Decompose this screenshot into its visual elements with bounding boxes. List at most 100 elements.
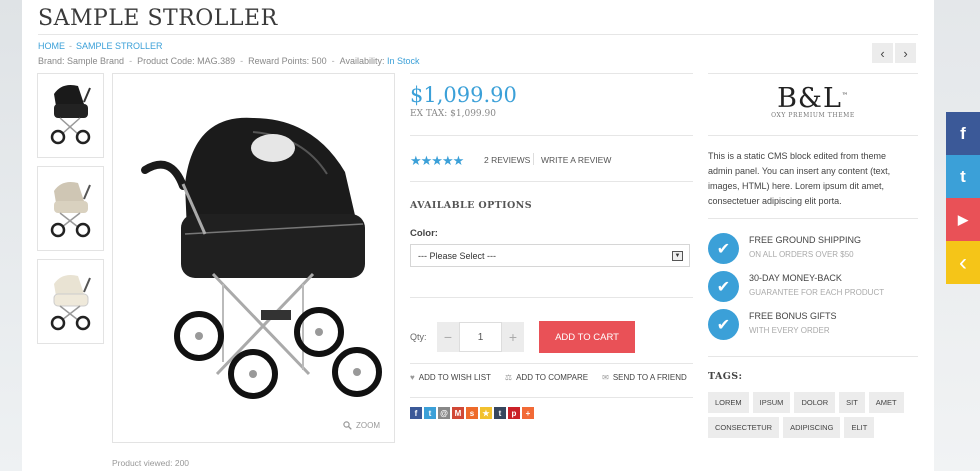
divider [708,73,918,74]
meta-separator: - [240,56,244,66]
zoom-label: ZOOM [356,421,380,430]
stroller-beige-image [50,182,91,238]
product-code-text: Product Code: MAG.389 [137,56,236,66]
add-to-compare-link[interactable]: ⚖ ADD TO COMPARE [505,373,588,382]
tag-link[interactable]: DOLOR [794,392,836,413]
title-divider [38,34,918,35]
next-product-button[interactable]: › [895,43,916,63]
tag-list: LOREM IPSUM DOLOR SIT AMET CONSECTETUR A… [708,392,918,438]
divider [708,218,918,219]
tag-link[interactable]: ADIPISCING [783,417,841,438]
breadcrumb-current-link[interactable]: SAMPLE STROLLER [76,41,163,51]
feature-gifts: ✔ FREE BONUS GIFTS WITH EVERY ORDER [708,309,837,340]
tag-link[interactable]: IPSUM [752,392,791,413]
feature-shipping: ✔ FREE GROUND SHIPPING ON ALL ORDERS OVER… [708,233,861,264]
thumbnail-3[interactable] [37,259,104,344]
thumbnail-2[interactable] [37,166,104,251]
feature-subtitle: GUARANTEE FOR EACH PRODUCT [749,288,885,297]
stumble-share-icon[interactable]: s [466,407,478,419]
divider [410,297,693,298]
color-select[interactable]: --- Please Select --- ▼ [410,244,690,267]
feature-title: FREE GROUND SHIPPING [749,235,862,245]
twitter-share-icon[interactable]: t [424,407,436,419]
available-options-heading: AVAILABLE OPTIONS [410,200,532,211]
favorite-share-icon[interactable]: ★ [480,407,492,419]
color-select-value: --- Please Select --- [418,251,497,261]
divider [533,153,534,165]
reviews-link[interactable]: 2 REVIEWS [484,155,530,165]
product-page: SAMPLE STROLLER HOME - SAMPLE STROLLER Bra… [22,0,934,471]
product-actions: ♥ ADD TO WISH LIST ⚖ ADD TO COMPARE ✉ SEND … [410,373,687,382]
tag-link[interactable]: ELIT [844,417,875,438]
facebook-icon[interactable]: f [946,112,980,155]
product-meta: Brand: Sample Brand - Product Code: MAG.38… [38,56,420,66]
tag-link[interactable]: LOREM [708,392,749,413]
compare-label: ADD TO COMPARE [516,373,589,382]
youtube-icon[interactable]: ▶ [946,198,980,241]
page-title: SAMPLE STROLLER [38,6,278,31]
share-buttons: f t @ M s ★ t p + [410,407,534,419]
stroller-cream-image [50,275,91,331]
feature-subtitle: ON ALL ORDERS OVER $50 [749,250,854,259]
stroller-black-image [50,85,91,145]
add-to-cart-button[interactable]: ADD TO CART [539,321,635,353]
breadcrumb: HOME - SAMPLE STROLLER [38,41,163,51]
divider [708,356,918,357]
feature-title: FREE BONUS GIFTS [749,311,837,321]
rating-stars: ★★★★★ [410,153,464,168]
availability-value: In Stock [387,56,420,66]
email-share-icon[interactable]: @ [438,407,450,419]
divider [708,135,918,136]
divider [410,363,693,364]
brand-text: Brand: Sample Brand [38,56,125,66]
heart-icon: ♥ [410,373,415,382]
feature-subtitle: WITH EVERY ORDER [749,326,830,335]
quantity-decrease-button[interactable]: − [437,322,459,352]
more-share-icon[interactable]: + [522,407,534,419]
divider [410,135,693,136]
reward-points-text: Reward Points: 500 [248,56,327,66]
feature-money-back: ✔ 30-DAY MONEY-BACK GUARANTEE FOR EACH PR… [708,271,884,302]
quantity-label: Qty: [410,332,427,342]
checkmark-icon: ✔ [708,233,739,264]
availability-label: Availability: [339,56,385,66]
price-ex-tax: EX TAX: $1,099.90 [410,109,496,119]
brand-logo[interactable]: B&L™ OXY PREMIUM THEME [708,83,918,119]
gmail-share-icon[interactable]: M [452,407,464,419]
add-to-wishlist-link[interactable]: ♥ ADD TO WISH LIST [410,373,491,382]
tags-heading: TAGS: [708,371,743,382]
collapse-social-icon[interactable]: ‹ [946,241,980,284]
breadcrumb-separator: - [69,41,72,51]
send-to-friend-link[interactable]: ✉ SEND TO A FRIEND [602,373,687,382]
write-review-link[interactable]: WRITE A REVIEW [541,155,611,165]
prev-product-button[interactable]: ‹ [872,43,893,63]
facebook-share-icon[interactable]: f [410,407,422,419]
product-price: $1,099.90 [410,83,517,107]
feature-title: 30-DAY MONEY-BACK [749,273,842,283]
magnifier-icon [343,421,352,430]
meta-separator: - [331,56,335,66]
stroller-main-image [141,117,382,399]
zoom-control[interactable]: ZOOM [343,421,380,430]
divider [410,73,693,74]
twitter-icon[interactable]: t [946,155,980,198]
tag-link[interactable]: AMET [868,392,904,413]
tumblr-share-icon[interactable]: t [494,407,506,419]
quantity-input[interactable]: 1 [459,322,502,352]
logo-subtitle: OXY PREMIUM THEME [771,112,855,119]
breadcrumb-home-link[interactable]: HOME [38,41,65,51]
divider [410,397,693,398]
main-product-image[interactable]: ZOOM [112,73,395,443]
pinterest-share-icon[interactable]: p [508,407,520,419]
divider [410,181,693,182]
tag-link[interactable]: CONSECTETUR [708,417,780,438]
cms-block-text: This is a static CMS block edited from t… [708,151,891,206]
color-label: Color: [410,228,438,239]
wishlist-label: ADD TO WISH LIST [418,373,491,382]
quantity-increase-button[interactable]: + [502,322,524,352]
meta-separator: - [129,56,133,66]
thumbnail-1[interactable] [37,73,104,158]
scales-icon: ⚖ [504,373,513,382]
dropdown-arrow-icon: ▼ [672,251,683,261]
tag-link[interactable]: SIT [839,392,865,413]
